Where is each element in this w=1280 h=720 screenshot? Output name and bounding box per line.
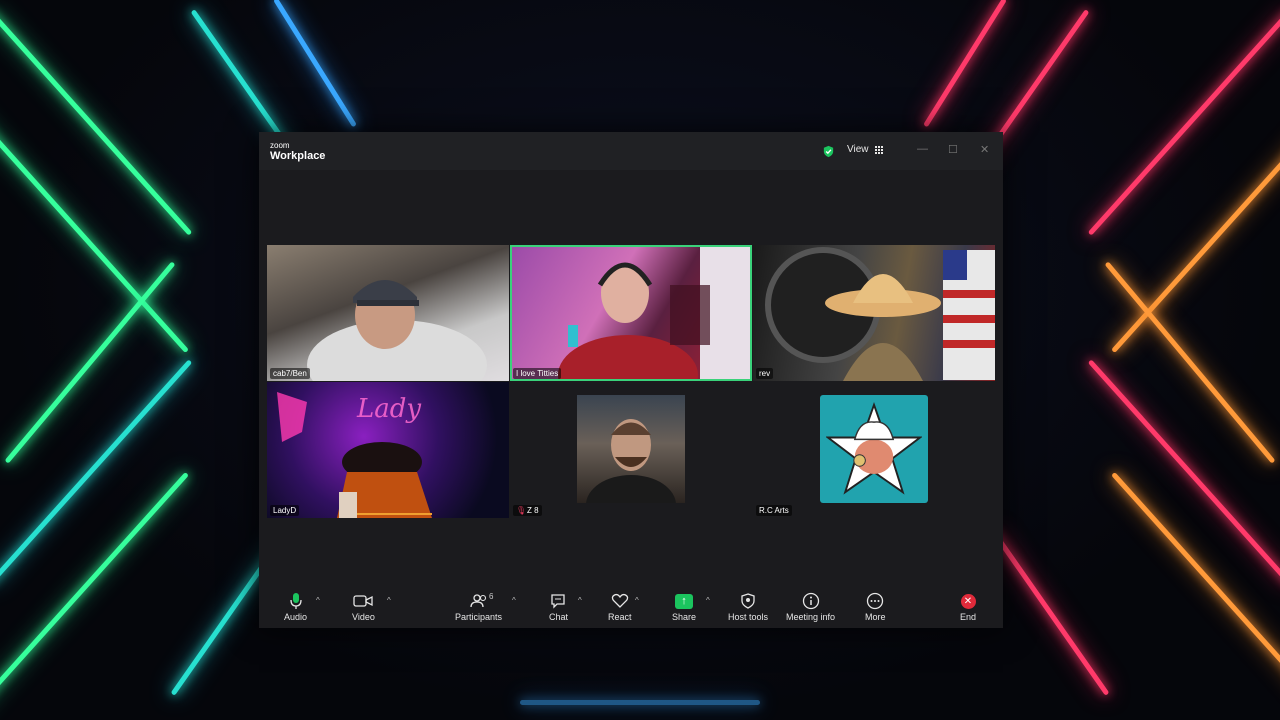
video-camera-icon bbox=[353, 595, 374, 607]
audio-label: Audio bbox=[284, 612, 308, 622]
audio-button[interactable]: Audio bbox=[284, 592, 307, 622]
view-button[interactable]: View bbox=[847, 144, 883, 155]
brand-small: zoom bbox=[270, 141, 290, 150]
participant-name-label: rev bbox=[756, 368, 774, 379]
video-button[interactable]: Video bbox=[352, 592, 375, 622]
video-tile[interactable]: R.C Arts bbox=[753, 382, 995, 518]
brand-large: Workplace bbox=[270, 150, 326, 162]
zoom-logo: zoom Workplace bbox=[270, 142, 325, 162]
participant-name-label: LadyD bbox=[270, 505, 300, 516]
participants-options-caret[interactable]: ^ bbox=[512, 596, 516, 605]
video-tile[interactable]: 🎙 Z 8 bbox=[510, 382, 752, 518]
share-options-caret[interactable]: ^ bbox=[706, 596, 710, 605]
participant-name-label: cab7/Ben bbox=[270, 368, 310, 379]
video-label: Video bbox=[352, 612, 375, 622]
shield-host-icon bbox=[741, 593, 755, 609]
end-label: End bbox=[960, 612, 977, 622]
participant-name-label: 🎙 Z 8 bbox=[513, 505, 542, 516]
video-tile[interactable]: Lady LadyD bbox=[267, 382, 509, 518]
more-icon bbox=[867, 592, 884, 610]
close-button[interactable]: ✕ bbox=[980, 143, 989, 156]
video-options-caret[interactable]: ^ bbox=[387, 596, 391, 605]
more-button[interactable]: More bbox=[865, 592, 886, 622]
maximize-button[interactable]: ☐ bbox=[948, 143, 958, 156]
meeting-info-label: Meeting info bbox=[786, 612, 836, 622]
video-tile[interactable]: cab7/Ben bbox=[267, 245, 509, 381]
end-meeting-button[interactable]: ✕ End bbox=[960, 592, 976, 622]
info-icon bbox=[802, 592, 819, 610]
svg-text:Lady: Lady bbox=[356, 394, 421, 424]
chat-icon bbox=[550, 594, 565, 609]
participant-name-label: I love Titties bbox=[513, 368, 562, 379]
participant-name-label: R.C Arts bbox=[756, 505, 792, 516]
participant-video bbox=[307, 280, 487, 381]
participants-count: 6 bbox=[489, 592, 494, 601]
host-tools-label: Host tools bbox=[728, 612, 769, 622]
share-label: Share bbox=[672, 612, 697, 622]
end-icon: ✕ bbox=[960, 593, 976, 609]
more-label: More bbox=[865, 612, 886, 622]
title-bar: zoom Workplace View — ☐ ✕ bbox=[259, 132, 1003, 170]
meeting-info-button[interactable]: Meeting info bbox=[786, 592, 835, 622]
avatar bbox=[820, 395, 928, 503]
view-label: View bbox=[847, 144, 869, 155]
participant-video: Lady bbox=[277, 392, 432, 518]
star-chef-avatar-icon bbox=[826, 401, 922, 495]
video-tile-active-speaker[interactable]: I love Titties bbox=[510, 245, 752, 381]
video-tile[interactable]: rev bbox=[753, 245, 995, 381]
chat-label: Chat bbox=[549, 612, 569, 622]
react-options-caret[interactable]: ^ bbox=[635, 596, 639, 605]
participant-video bbox=[765, 247, 995, 381]
participants-icon bbox=[469, 594, 486, 608]
audio-options-caret[interactable]: ^ bbox=[316, 596, 320, 605]
avatar bbox=[577, 395, 685, 503]
minimize-button[interactable]: — bbox=[917, 143, 928, 155]
host-tools-button[interactable]: Host tools bbox=[728, 592, 768, 622]
shield-icon[interactable] bbox=[822, 145, 835, 158]
avatar-photo bbox=[586, 419, 676, 503]
participants-label: Participants bbox=[455, 612, 503, 622]
grid-icon bbox=[874, 145, 883, 154]
muted-mic-icon: 🎙 bbox=[516, 505, 527, 515]
heart-icon bbox=[611, 593, 628, 608]
react-label: React bbox=[608, 612, 632, 622]
react-button[interactable]: React bbox=[608, 592, 632, 622]
meeting-toolbar: Audio ^ Video ^ Participants 6 ^ Chat ^ … bbox=[259, 586, 1003, 628]
share-screen-icon: ↑ bbox=[675, 593, 694, 609]
chat-options-caret[interactable]: ^ bbox=[578, 596, 582, 605]
participant-video bbox=[558, 245, 752, 381]
microphone-icon bbox=[289, 593, 302, 609]
zoom-window: zoom Workplace View — ☐ ✕ cab7/Ben I lov… bbox=[259, 132, 1003, 628]
chat-button[interactable]: Chat bbox=[549, 592, 568, 622]
participants-button[interactable]: Participants bbox=[455, 592, 502, 622]
share-button[interactable]: ↑ Share bbox=[672, 592, 696, 622]
